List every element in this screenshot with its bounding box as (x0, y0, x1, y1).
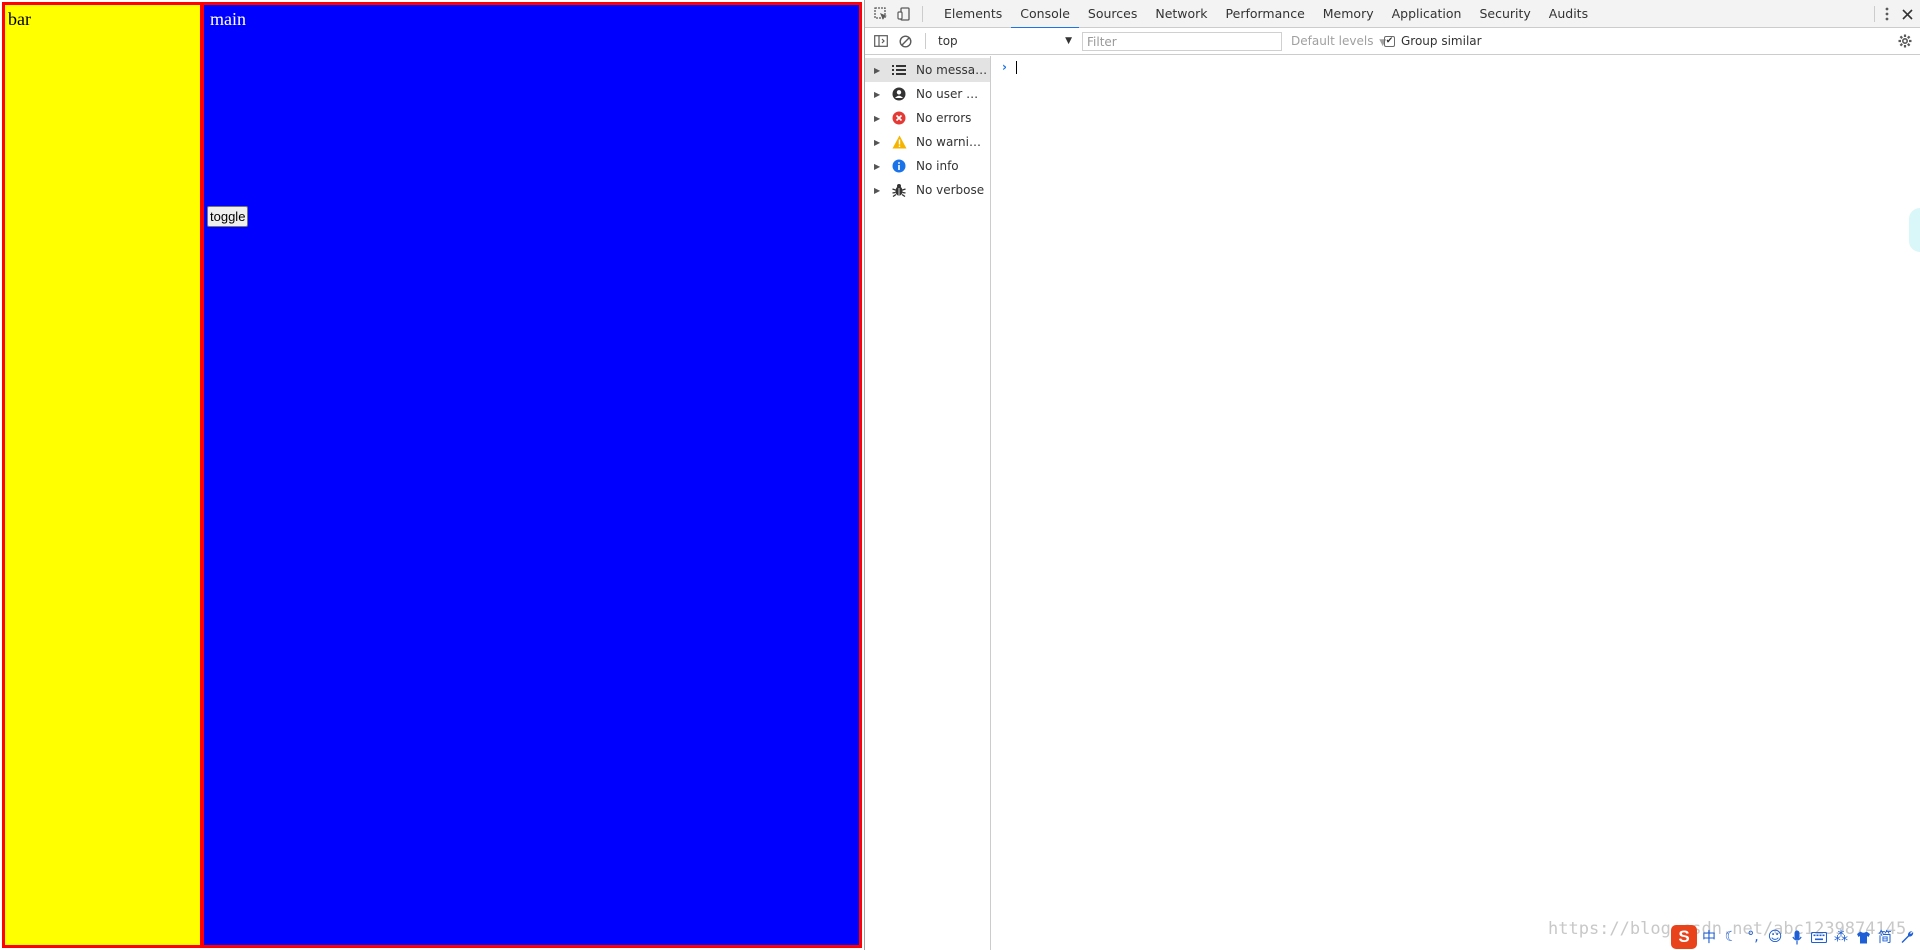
sidebar-item-errors[interactable]: ▶ No errors (865, 106, 990, 130)
page-frame: bar main toggle (2, 2, 862, 948)
tab-memory[interactable]: Memory (1314, 0, 1383, 28)
sidebar-item-label: No info (916, 159, 959, 173)
tab-audits[interactable]: Audits (1540, 0, 1597, 28)
sidebar-item-warnings[interactable]: ▶ No warnings (865, 130, 990, 154)
sidebar-item-info[interactable]: ▶ No info (865, 154, 990, 178)
sidebar-item-verbose[interactable]: ▶ No verbose (865, 178, 990, 202)
console-output-area[interactable]: › (992, 56, 1920, 950)
filter-input[interactable] (1082, 32, 1282, 51)
sidebar-item-messages[interactable]: ▶ No messages (865, 58, 990, 82)
warning-icon (891, 134, 907, 150)
tab-application[interactable]: Application (1383, 0, 1471, 28)
moon-icon[interactable]: ☾ (1721, 927, 1741, 947)
info-icon (891, 158, 907, 174)
punctuation-icon[interactable]: °, (1743, 927, 1763, 947)
settings-gear-icon[interactable] (1895, 31, 1915, 51)
device-toolbar-icon[interactable] (894, 4, 914, 24)
expand-arrow-icon: ▶ (874, 161, 881, 171)
emoji-icon[interactable]: ☺ (1765, 927, 1785, 947)
tab-elements[interactable]: Elements (935, 0, 1011, 28)
error-icon (891, 110, 907, 126)
inspect-element-icon[interactable] (871, 4, 891, 24)
expand-arrow-icon: ▶ (874, 65, 881, 75)
tab-performance[interactable]: Performance (1217, 0, 1314, 28)
devtools-panel: Elements Console Sources Network Perform… (865, 0, 1920, 950)
skin-shirt-icon[interactable] (1853, 927, 1873, 947)
user-icon (891, 86, 907, 102)
sidebar-item-label: No user me... (916, 87, 988, 101)
simplified-chinese-icon[interactable]: 简 (1875, 927, 1895, 947)
expand-arrow-icon: ▶ (874, 137, 881, 147)
toolbar-separator (922, 6, 923, 22)
console-toolbar: top ▼ Default levels ▼ ✔ Group similar (865, 28, 1920, 55)
checkbox-checked-icon: ✔ (1384, 36, 1395, 47)
devtools-tab-bar: Elements Console Sources Network Perform… (865, 0, 1920, 29)
log-levels-dropdown[interactable]: Default levels ▼ (1291, 32, 1386, 51)
tab-console[interactable]: Console (1011, 0, 1079, 29)
toolbox-icon[interactable]: ⁂ (1831, 927, 1851, 947)
dropdown-arrow-icon: ▼ (1065, 36, 1072, 46)
sogou-logo-icon[interactable]: S (1671, 925, 1697, 949)
sidebar-item-label: No messages (916, 63, 988, 77)
devtools-tabs: Elements Console Sources Network Perform… (935, 0, 1597, 29)
group-similar-checkbox[interactable]: ✔ Group similar (1384, 32, 1482, 51)
sidebar-item-user-messages[interactable]: ▶ No user me... (865, 82, 990, 106)
expand-arrow-icon: ▶ (874, 185, 881, 195)
sidebar-item-label: No warnings (916, 135, 988, 149)
expand-arrow-icon: ▶ (874, 113, 881, 123)
more-options-icon[interactable] (1877, 4, 1897, 24)
keyboard-icon[interactable] (1809, 927, 1829, 947)
console-prompt-icon: › (1002, 60, 1007, 74)
console-sidebar: ▶ No messages ▶ No user me... ▶ No error… (865, 56, 991, 950)
clear-console-icon[interactable] (895, 31, 915, 51)
microphone-icon[interactable] (1787, 927, 1807, 947)
context-value: top (938, 34, 958, 48)
text-caret (1016, 61, 1017, 74)
context-selector[interactable]: top ▼ (936, 31, 1076, 51)
ime-toolbar: S 中 ☾ °, ☺ ⁂ 简 (1671, 924, 1917, 950)
wrench-icon[interactable] (1897, 927, 1917, 947)
tab-network[interactable]: Network (1146, 0, 1216, 28)
sidebar-item-label: No verbose (916, 183, 985, 197)
toolbar-separator (1874, 6, 1875, 22)
page-viewport: bar main toggle (0, 0, 864, 950)
log-levels-label: Default levels (1291, 34, 1374, 48)
group-similar-label: Group similar (1401, 34, 1482, 48)
close-icon[interactable] (1897, 4, 1917, 24)
main-label: main (210, 9, 246, 29)
main-panel: main toggle (204, 5, 859, 945)
toolbar-separator (925, 33, 926, 49)
tab-security[interactable]: Security (1470, 0, 1539, 28)
bar-label: bar (8, 9, 31, 29)
expand-arrow-icon: ▶ (874, 89, 881, 99)
toggle-button[interactable]: toggle (207, 206, 249, 227)
chinese-mode-icon[interactable]: 中 (1699, 927, 1719, 947)
tab-sources[interactable]: Sources (1079, 0, 1146, 28)
show-sidebar-icon[interactable] (871, 31, 891, 51)
list-icon (891, 62, 907, 78)
floating-assistant-handle[interactable] (1909, 208, 1920, 252)
bar-panel: bar (5, 5, 204, 945)
sidebar-item-label: No errors (916, 111, 972, 125)
bug-icon (891, 182, 907, 198)
